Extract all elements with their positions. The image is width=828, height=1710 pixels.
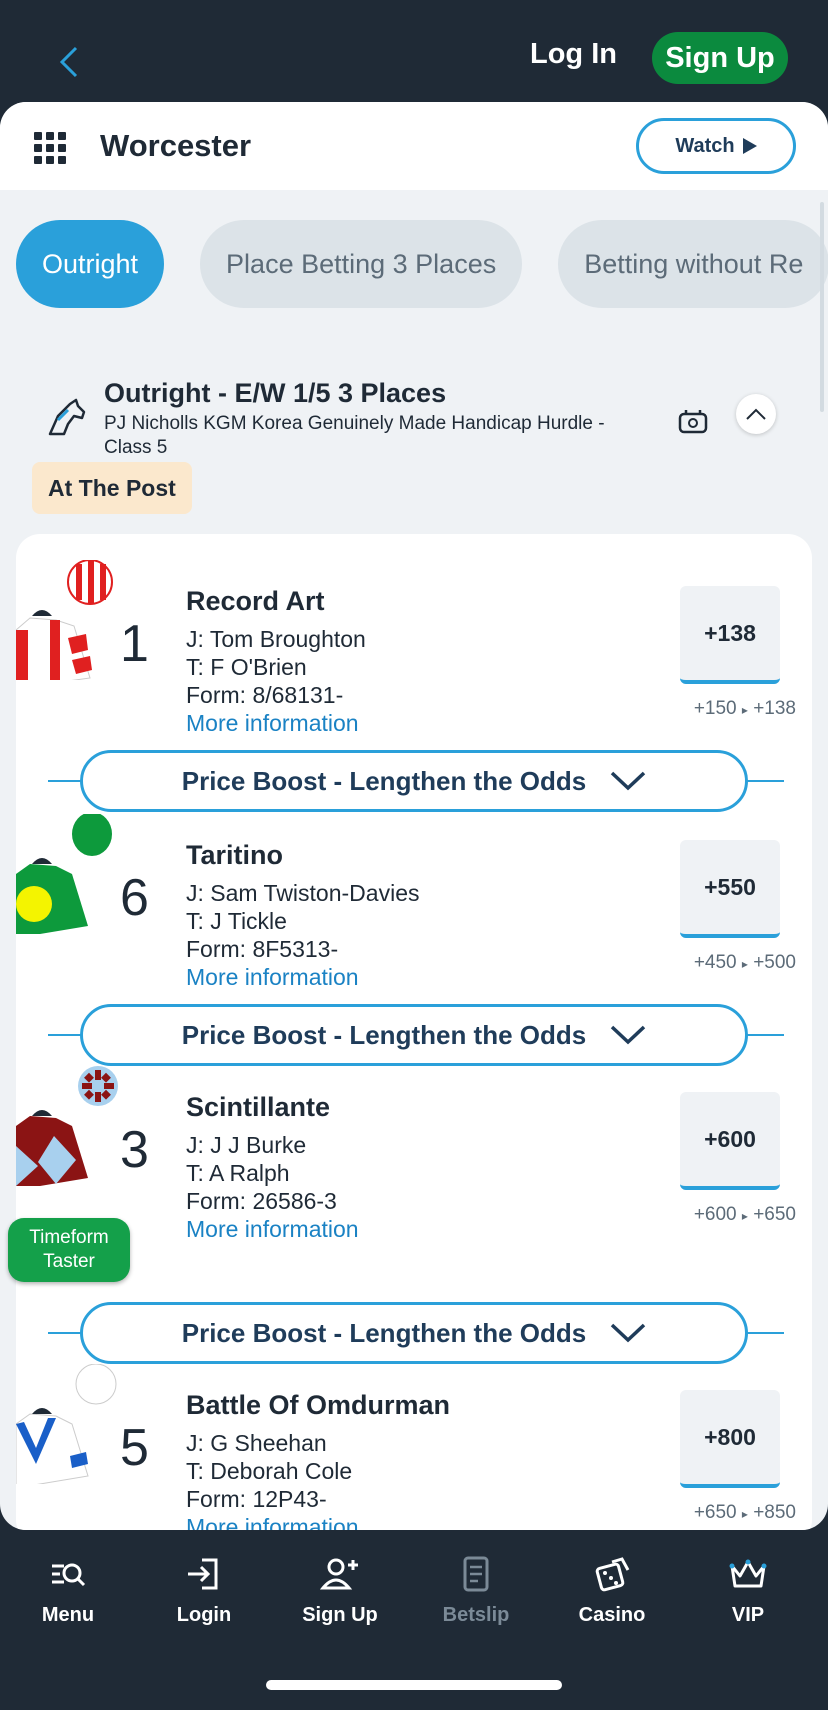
previous-price: +150 [693, 698, 737, 719]
nav-label: Menu [41, 1604, 95, 1626]
price-movement: +150 ▸ +138 [628, 698, 796, 720]
runner-number: 1 [120, 615, 149, 673]
runner-number: 3 [120, 1121, 149, 1179]
form-text: Form: 26586-3 [186, 1188, 337, 1214]
tab-betting-without[interactable]: Betting without Re [558, 220, 828, 308]
form-text: Form: 12P43- [186, 1486, 327, 1512]
title-bar: Worcester Watch [0, 102, 828, 190]
watch-label: Watch [675, 134, 735, 157]
triangle-right-icon: ▸ [741, 957, 748, 971]
price-movement: +600 ▸ +650 [628, 1204, 796, 1226]
odds-button[interactable]: +800 [680, 1390, 780, 1488]
previous-price: +600 [693, 1204, 737, 1225]
crown-icon [729, 1559, 767, 1588]
collapse-button[interactable] [736, 394, 776, 434]
nav-menu[interactable]: Menu [0, 1530, 136, 1650]
horse-head-icon [48, 398, 86, 436]
odds-button[interactable]: +600 [680, 1092, 780, 1190]
runner-row: 3 Scintillante J: J J Burke T: A Ralph F… [16, 1040, 812, 1270]
nav-label: Login [176, 1604, 232, 1626]
more-information-link[interactable]: More information [186, 964, 359, 991]
trainer-text: T: Deborah Cole [186, 1458, 353, 1484]
login-button[interactable]: Log In [530, 38, 617, 71]
betslip-icon [463, 1556, 489, 1592]
jockey-silks-icon [16, 560, 113, 680]
form-text: Form: 8/68131- [186, 682, 344, 708]
triangle-right-icon: ▸ [741, 1209, 748, 1223]
odds-button[interactable]: +138 [680, 586, 780, 684]
price-movement: +650 ▸ +850 [628, 1502, 796, 1524]
runner-list: 1 Record Art J: Tom Broughton T: F O'Bri… [16, 534, 812, 1530]
jockey-silks-icon [16, 814, 112, 934]
current-price: +500 [753, 952, 796, 973]
runner-number: 5 [120, 1419, 149, 1477]
main-panel: Worcester Watch Outright Place Betting 3… [0, 102, 828, 1530]
login-icon [188, 1558, 218, 1590]
watch-button[interactable]: Watch [636, 118, 796, 174]
jockey-text: J: Tom Broughton [186, 626, 366, 652]
nav-label: Casino [578, 1604, 646, 1626]
nav-label: Sign Up [302, 1604, 378, 1626]
signup-button[interactable]: Sign Up [652, 32, 788, 84]
trainer-text: T: J Tickle [186, 908, 287, 934]
odds-button[interactable]: +550 [680, 840, 780, 938]
nav-sign-up[interactable]: Sign Up [272, 1530, 408, 1650]
price-movement: +450 ▸ +500 [628, 952, 796, 974]
nav-login[interactable]: Login [136, 1530, 272, 1650]
form-text: Form: 8F5313- [186, 936, 339, 962]
race-title: Outright - E/W 1/5 3 Places [104, 378, 447, 408]
runner-name: Record Art [186, 586, 325, 616]
tab-place-betting[interactable]: Place Betting 3 Places [200, 220, 523, 308]
more-information-link[interactable]: More information [186, 1514, 359, 1530]
play-icon [742, 138, 757, 154]
dice-icon [595, 1557, 630, 1592]
top-header: Log In Sign Up [0, 0, 828, 104]
triangle-right-icon: ▸ [741, 703, 748, 717]
menu-search-icon [52, 1563, 86, 1587]
nav-casino[interactable]: Casino [544, 1530, 680, 1650]
runner-name: Scintillante [186, 1092, 331, 1122]
chevron-up-icon [746, 408, 766, 420]
add-user-icon [320, 1558, 358, 1590]
rules-icon[interactable] [676, 406, 710, 436]
runner-row: 5 Battle Of Omdurman J: G Sheehan T: Deb… [16, 1338, 812, 1530]
previous-price: +450 [693, 952, 737, 973]
jockey-text: J: G Sheehan [186, 1430, 327, 1456]
current-price: +138 [753, 698, 796, 719]
page-title: Worcester [100, 128, 252, 163]
current-price: +850 [753, 1502, 796, 1523]
nav-vip[interactable]: VIP [680, 1530, 816, 1650]
nav-betslip[interactable]: Betslip [408, 1530, 544, 1650]
runner-number: 6 [120, 869, 149, 927]
triangle-right-icon: ▸ [741, 1507, 748, 1521]
grid-icon[interactable] [34, 132, 66, 164]
status-badge: At The Post [32, 462, 192, 514]
timeform-taster-button[interactable]: Timeform Taster [8, 1218, 130, 1282]
chevron-left-icon[interactable] [56, 44, 84, 80]
nav-label: VIP [731, 1604, 765, 1626]
previous-price: +650 [693, 1502, 737, 1523]
jockey-silks-icon [16, 1364, 117, 1484]
race-subtitle: PJ Nicholls KGM Korea Genuinely Made Han… [104, 413, 605, 458]
nav-label: Betslip [442, 1604, 510, 1626]
trainer-text: T: A Ralph [186, 1160, 290, 1186]
more-information-link[interactable]: More information [186, 710, 359, 737]
runner-name: Battle Of Omdurman [186, 1390, 451, 1420]
runner-row: 6 Taritino J: Sam Twiston-Davies T: J Ti… [16, 788, 812, 1018]
home-indicator[interactable] [266, 1680, 562, 1690]
runner-row: 1 Record Art J: Tom Broughton T: F O'Bri… [16, 534, 812, 764]
market-tabs: Outright Place Betting 3 Places Betting … [16, 220, 828, 310]
jockey-text: J: Sam Twiston-Davies [186, 880, 420, 906]
jockey-silks-icon [16, 1066, 118, 1186]
trainer-text: T: F O'Brien [186, 654, 307, 680]
tab-outright[interactable]: Outright [16, 220, 165, 308]
current-price: +650 [753, 1204, 796, 1225]
runner-name: Taritino [186, 840, 283, 870]
more-information-link[interactable]: More information [186, 1216, 359, 1243]
jockey-text: J: J J Burke [186, 1132, 307, 1158]
